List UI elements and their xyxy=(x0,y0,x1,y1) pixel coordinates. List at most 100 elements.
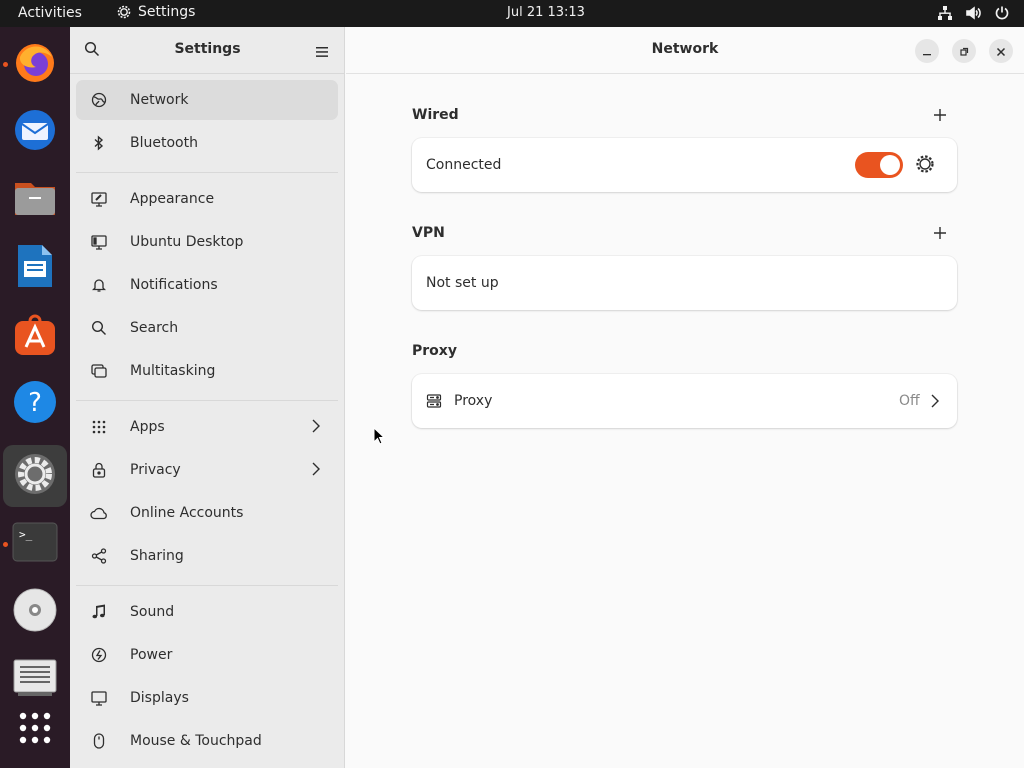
appearance-icon xyxy=(88,188,110,210)
wired-toggle[interactable] xyxy=(855,152,903,178)
sidebar-item-label: Privacy xyxy=(130,462,181,478)
sidebar-item-power[interactable]: Power xyxy=(76,635,338,675)
power-icon[interactable] xyxy=(994,5,1010,21)
plus-icon xyxy=(934,224,946,243)
proxy-label: Proxy xyxy=(454,393,493,409)
display-icon xyxy=(88,687,110,709)
gear-icon[interactable] xyxy=(915,154,935,178)
music-note-icon xyxy=(88,601,110,623)
dock-firefox[interactable] xyxy=(8,37,62,91)
dock-settings[interactable] xyxy=(3,445,67,507)
dock-thunderbird[interactable] xyxy=(8,105,62,159)
network-wired-icon[interactable] xyxy=(937,5,953,21)
sidebar: Settings Network Bluetooth Appearance Ub… xyxy=(70,27,345,768)
sidebar-item-online-accounts[interactable]: Online Accounts xyxy=(76,493,338,533)
terminal-icon: >_ xyxy=(12,522,58,566)
cloud-icon xyxy=(88,502,110,524)
sidebar-item-sharing[interactable]: Sharing xyxy=(76,536,338,576)
hamburger-menu-icon[interactable] xyxy=(316,43,328,62)
toggle-knob xyxy=(880,155,900,175)
dock: ? >_ xyxy=(0,27,70,768)
dock-text-editor[interactable] xyxy=(8,653,62,707)
system-tray[interactable] xyxy=(937,5,1010,21)
chevron-right-icon xyxy=(931,394,939,412)
sidebar-item-label: Notifications xyxy=(130,277,218,293)
firefox-icon xyxy=(12,39,58,89)
chevron-right-icon xyxy=(312,462,320,480)
sidebar-item-apps[interactable]: Apps xyxy=(76,407,338,447)
add-vpn-button[interactable] xyxy=(929,222,951,244)
dock-disc[interactable] xyxy=(8,585,62,639)
vpn-status: Not set up xyxy=(426,275,499,291)
top-bar: Activities Settings Jul 21 13:13 xyxy=(0,0,1024,27)
sidebar-item-label: Power xyxy=(130,647,173,663)
sidebar-item-label: Sharing xyxy=(130,548,184,564)
thunderbird-icon xyxy=(12,107,58,157)
text-editor-icon xyxy=(12,658,58,702)
dock-app-center[interactable] xyxy=(8,309,62,363)
activities-button[interactable]: Activities xyxy=(18,5,82,21)
help-icon: ? xyxy=(12,379,58,429)
sidebar-item-label: Sound xyxy=(130,604,175,620)
close-icon xyxy=(996,42,1006,61)
app-menu[interactable]: Settings xyxy=(116,4,195,20)
proxy-server-icon xyxy=(426,393,442,413)
show-apps-button[interactable] xyxy=(8,703,62,757)
sidebar-item-multitasking[interactable]: Multitasking xyxy=(76,351,338,391)
proxy-row[interactable]: Proxy Off xyxy=(412,374,957,428)
ubuntu-desktop-icon xyxy=(88,231,110,253)
bluetooth-icon xyxy=(88,132,110,154)
gear-icon xyxy=(116,4,132,20)
sidebar-title: Settings xyxy=(174,41,241,57)
sidebar-item-label: Appearance xyxy=(130,191,215,207)
main-header: Network xyxy=(346,27,1024,74)
settings-window: Settings Network Bluetooth Appearance Ub… xyxy=(70,27,1024,768)
sidebar-item-sound[interactable]: Sound xyxy=(76,592,338,632)
network-icon xyxy=(88,89,110,111)
sidebar-item-label: Search xyxy=(130,320,179,336)
sidebar-item-appearance[interactable]: Appearance xyxy=(76,179,338,219)
sidebar-item-displays[interactable]: Displays xyxy=(76,678,338,718)
dock-terminal[interactable]: >_ xyxy=(8,517,62,571)
vpn-card: Not set up xyxy=(412,256,957,310)
sidebar-item-notifications[interactable]: Notifications xyxy=(76,265,338,305)
sidebar-separator xyxy=(76,585,338,586)
mouse-cursor-icon xyxy=(373,426,386,449)
dock-help[interactable]: ? xyxy=(8,377,62,431)
sidebar-item-privacy[interactable]: Privacy xyxy=(76,450,338,490)
sidebar-item-label: Bluetooth xyxy=(130,135,198,151)
minimize-icon xyxy=(922,42,932,61)
sidebar-item-mouse-touchpad[interactable]: Mouse & Touchpad xyxy=(76,721,338,761)
close-button[interactable] xyxy=(989,39,1013,63)
maximize-button[interactable] xyxy=(952,39,976,63)
document-icon xyxy=(15,243,55,293)
sidebar-header: Settings xyxy=(70,27,344,74)
app-center-icon xyxy=(12,311,58,361)
dock-writer[interactable] xyxy=(8,241,62,295)
sidebar-item-label: Displays xyxy=(130,690,189,706)
sidebar-item-label: Ubuntu Desktop xyxy=(130,234,244,250)
sidebar-item-search[interactable]: Search xyxy=(76,308,338,348)
clock[interactable]: Jul 21 13:13 xyxy=(507,5,585,20)
sidebar-item-label: Apps xyxy=(130,419,165,435)
bell-icon xyxy=(88,274,110,296)
svg-text:?: ? xyxy=(28,388,42,418)
minimize-button[interactable] xyxy=(915,39,939,63)
sidebar-item-label: Mouse & Touchpad xyxy=(130,733,262,749)
sidebar-item-label: Multitasking xyxy=(130,363,216,379)
chevron-right-icon xyxy=(312,419,320,437)
dock-files[interactable] xyxy=(8,173,62,227)
sidebar-item-bluetooth[interactable]: Bluetooth xyxy=(76,123,338,163)
volume-icon[interactable] xyxy=(965,5,982,21)
add-wired-button[interactable] xyxy=(929,104,951,126)
svg-text:>_: >_ xyxy=(19,528,33,541)
apps-grid-icon xyxy=(18,711,52,749)
settings-gear-icon xyxy=(12,451,58,501)
wired-status: Connected xyxy=(426,157,502,173)
maximize-icon xyxy=(959,42,969,61)
power-icon xyxy=(88,644,110,666)
sidebar-item-label: Network xyxy=(130,92,189,108)
sidebar-item-network[interactable]: Network xyxy=(76,80,338,120)
sidebar-item-ubuntu-desktop[interactable]: Ubuntu Desktop xyxy=(76,222,338,262)
sidebar-separator xyxy=(76,172,338,173)
